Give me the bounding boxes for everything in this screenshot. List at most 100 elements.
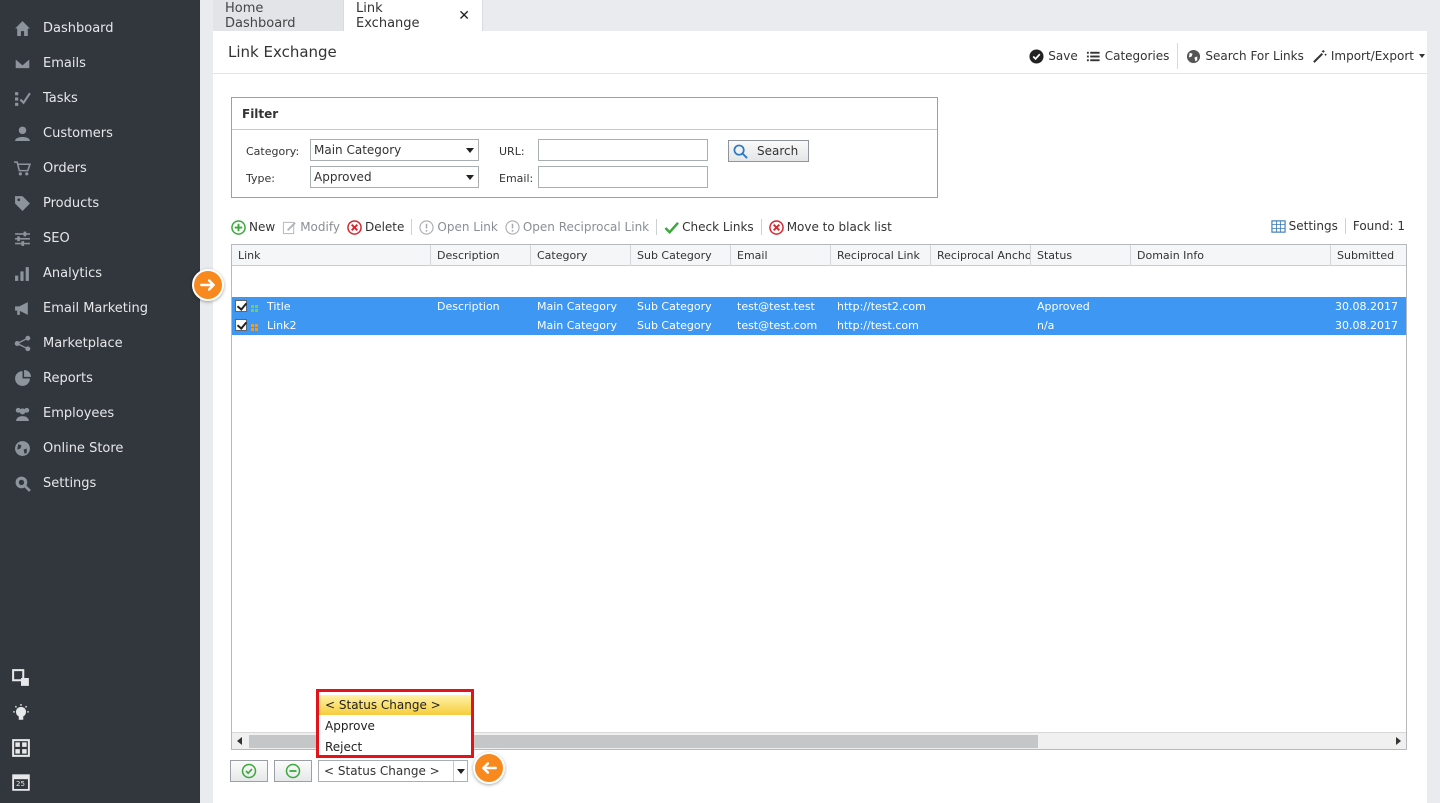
reject-selected-button[interactable] xyxy=(274,760,312,782)
layout-icon[interactable] xyxy=(11,668,31,688)
url-input[interactable] xyxy=(538,139,708,161)
tab-label: Link Exchange xyxy=(356,0,420,31)
import-export-button[interactable]: Import/Export xyxy=(1312,49,1425,64)
category-value: Main Category xyxy=(314,143,402,157)
delete-button[interactable]: Delete xyxy=(347,219,404,235)
category-select[interactable]: Main Category xyxy=(310,139,479,161)
column-header-submitted[interactable]: Submitted xyxy=(1331,245,1406,266)
sidebar-item-settings[interactable]: Settings xyxy=(0,466,200,501)
lightbulb-icon[interactable] xyxy=(11,703,31,723)
sidebar-item-tasks[interactable]: Tasks xyxy=(0,81,200,116)
chevron-down-icon[interactable] xyxy=(453,761,467,781)
status-change-select[interactable]: < Status Change > xyxy=(318,760,468,782)
calculator-icon[interactable] xyxy=(11,738,31,758)
tab-link-exchange[interactable]: Link Exchange ✕ xyxy=(344,0,483,31)
categories-label: Categories xyxy=(1104,49,1170,63)
type-label: Type: xyxy=(246,172,275,185)
cell-link: Title xyxy=(267,300,291,313)
cell-reciprocal-link: http://test.com xyxy=(837,319,919,332)
delete-circle-icon xyxy=(768,219,784,235)
cart-icon xyxy=(12,161,32,177)
page-header: Link Exchange Save Categories Search For… xyxy=(213,31,1427,74)
search-button[interactable]: Search xyxy=(728,140,809,162)
status-option-approve[interactable]: Approve xyxy=(319,716,471,736)
status-option-reject[interactable]: Reject xyxy=(319,737,471,757)
sliders-icon xyxy=(12,231,32,247)
sidebar-item-label: Email Marketing xyxy=(43,301,148,316)
sidebar-item-label: Tasks xyxy=(43,91,78,106)
scroll-left-icon[interactable] xyxy=(237,737,242,745)
sidebar-item-label: Dashboard xyxy=(43,21,114,36)
column-header-reciprocal-link[interactable]: Reciprocal Link xyxy=(831,245,931,266)
categories-button[interactable]: Categories xyxy=(1086,49,1170,64)
search-for-links-button[interactable]: Search For Links xyxy=(1186,49,1304,64)
type-select[interactable]: Approved xyxy=(310,166,479,188)
sidebar-item-seo[interactable]: SEO xyxy=(0,221,200,256)
settings-button[interactable]: Settings xyxy=(1271,219,1338,234)
column-header-link[interactable]: Link xyxy=(232,245,431,266)
scroll-right-icon[interactable] xyxy=(1396,737,1401,745)
cell-reciprocal-link: http://test2.com xyxy=(837,300,926,313)
tab-home-dashboard[interactable]: Home Dashboard xyxy=(213,0,344,31)
cell-status: n/a xyxy=(1037,319,1055,332)
sidebar-item-reports[interactable]: Reports xyxy=(0,361,200,396)
check-circle-icon xyxy=(1029,48,1044,64)
plus-circle-icon xyxy=(231,219,246,235)
email-input[interactable] xyxy=(538,166,708,188)
calendar-icon[interactable]: 25 xyxy=(11,772,31,792)
sidebar-item-marketplace[interactable]: Marketplace xyxy=(0,326,200,361)
delete-circle-icon xyxy=(347,219,362,235)
arrow-left-callout-icon xyxy=(473,752,505,784)
divider xyxy=(1344,218,1346,234)
sidebar-item-online-store[interactable]: Online Store xyxy=(0,431,200,466)
move-to-blacklist-button[interactable]: Move to black list xyxy=(768,219,892,235)
divider xyxy=(411,219,413,235)
new-button[interactable]: New xyxy=(231,219,275,235)
open-reciprocal-link-button[interactable]: Open Reciprocal Link xyxy=(505,219,650,235)
envelope-icon xyxy=(12,56,32,72)
sidebar-item-orders[interactable]: Orders xyxy=(0,151,200,186)
caret-down-icon xyxy=(1419,54,1425,58)
table-row[interactable]: Link2 Main Category Sub Category test@te… xyxy=(232,316,1406,335)
column-header-email[interactable]: Email xyxy=(731,245,831,266)
megaphone-icon xyxy=(12,301,32,317)
save-button[interactable]: Save xyxy=(1029,48,1078,64)
modify-button[interactable]: Modify xyxy=(282,220,340,235)
close-icon[interactable]: ✕ xyxy=(458,8,470,24)
approve-selected-button[interactable] xyxy=(230,760,268,782)
divider xyxy=(656,219,658,235)
status-option-default[interactable]: < Status Change > xyxy=(319,695,471,715)
sidebar-item-label: Emails xyxy=(43,56,86,71)
sidebar-item-label: Marketplace xyxy=(43,336,123,351)
column-header-description[interactable]: Description xyxy=(431,245,531,266)
sidebar-item-dashboard[interactable]: Dashboard xyxy=(0,11,200,46)
table-row[interactable]: Title Description Main Category Sub Cate… xyxy=(232,297,1406,316)
category-label: Category: xyxy=(246,145,300,158)
sidebar-item-customers[interactable]: Customers xyxy=(0,116,200,151)
cell-submitted: 30.08.2017 xyxy=(1335,300,1398,313)
open-reciprocal-link-label: Open Reciprocal Link xyxy=(522,220,650,234)
header-actions: Save Categories Search For Links Import/… xyxy=(1021,43,1425,69)
sidebar-item-products[interactable]: Products xyxy=(0,186,200,221)
info-circle-icon xyxy=(505,219,520,235)
tab-bar: Home Dashboard Link Exchange ✕ xyxy=(213,0,483,31)
grid-settings-icon xyxy=(1271,219,1286,233)
column-header-sub-category[interactable]: Sub Category xyxy=(631,245,731,266)
sidebar-item-emails[interactable]: Emails xyxy=(0,46,200,81)
settings-label: Settings xyxy=(1288,219,1338,233)
open-link-button[interactable]: Open Link xyxy=(419,219,498,235)
check-links-button[interactable]: Check Links xyxy=(664,220,754,235)
row-checkbox[interactable] xyxy=(235,300,247,312)
email-label: Email: xyxy=(499,172,534,185)
sidebar-item-email-marketing[interactable]: Email Marketing xyxy=(0,291,200,326)
status-dot-icon xyxy=(251,321,258,331)
column-header-domain-info[interactable]: Domain Info xyxy=(1131,245,1331,266)
column-header-category[interactable]: Category xyxy=(531,245,631,266)
bar-chart-icon xyxy=(12,266,32,282)
row-checkbox[interactable] xyxy=(235,319,247,331)
column-header-reciprocal-anchor[interactable]: Reciprocal Ancho xyxy=(931,245,1031,266)
sidebar-item-analytics[interactable]: Analytics xyxy=(0,256,200,291)
sidebar-item-employees[interactable]: Employees xyxy=(0,396,200,431)
arrow-right-callout-icon xyxy=(192,269,224,301)
column-header-status[interactable]: Status xyxy=(1031,245,1131,266)
